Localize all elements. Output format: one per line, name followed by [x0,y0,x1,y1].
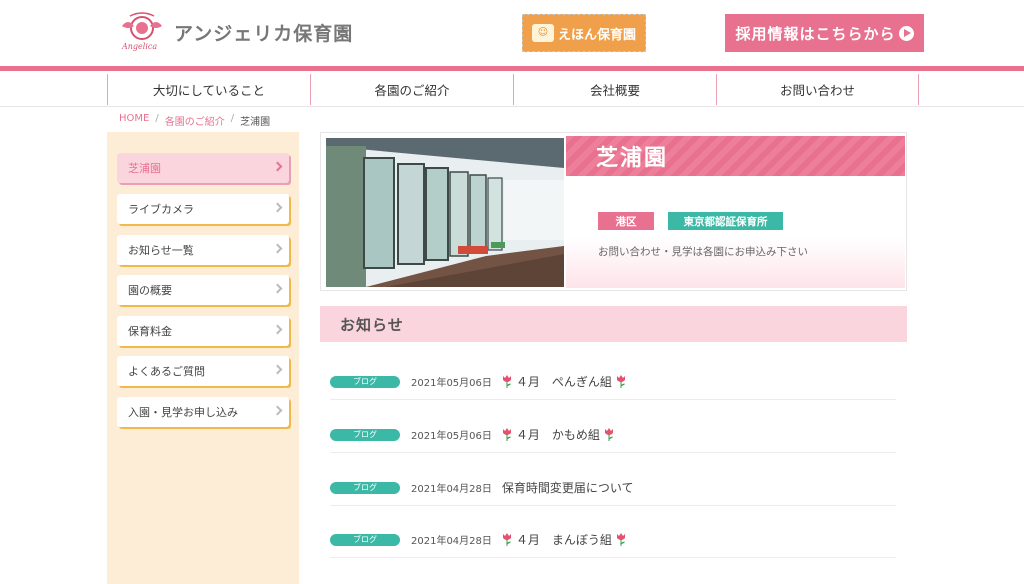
news-title[interactable]: ４月 まんぼう組 [502,531,626,548]
nav-item-values[interactable]: 大切にしていること [107,74,310,105]
sidebar-item-faq[interactable]: よくあるご質問 [117,356,289,386]
sidebar-item-overview[interactable]: 園の概要 [117,275,289,305]
sidebar-item-fees[interactable]: 保育料金 [117,316,289,346]
breadcrumb-separator: / [230,113,235,124]
ehon-label: えほん保育園 [557,27,636,43]
nav-item-contact[interactable]: お問い合わせ [716,74,919,105]
tulip-icon [502,428,511,441]
category-badge: ブログ [330,375,400,388]
recruit-label: 採用情報はこちらから [735,24,896,43]
news-date: 2021年05月06日 [411,378,492,389]
news-title[interactable]: ４月 ぺんぎん組 [502,373,626,390]
news-heading: お知らせ [320,306,907,342]
chevron-right-icon [272,161,283,172]
recruit-button[interactable]: 採用情報はこちらから [725,14,924,52]
category-badge: ブログ [330,481,400,494]
news-title[interactable]: 保育時間変更届について [502,479,634,496]
news-title-text: ４月 まんぼう組 [515,533,612,547]
sidebar-item-shibaura[interactable]: 芝浦園 [117,153,289,183]
news-item[interactable]: ブログ 2021年04月28日 ４月 まんぼう組 [330,522,896,558]
nursery-photo [326,138,564,287]
chevron-right-icon [272,324,283,335]
news-title[interactable]: ４月 かもめ組 [502,426,614,443]
sidebar-item-label: 芝浦園 [128,162,161,175]
sidebar-item-label: 保育料金 [128,325,172,338]
nav-item-company[interactable]: 会社概要 [513,74,716,105]
tulip-icon [604,428,613,441]
nav-item-nurseries[interactable]: 各園のご紹介 [310,74,513,105]
book-icon: ☺ [531,24,554,42]
chevron-right-icon [272,405,283,416]
inquiry-note: お問い合わせ・見学は各園にお申込み下さい [598,246,808,258]
news-title-text: ４月 ぺんぎん組 [515,375,612,389]
news-item[interactable]: ブログ 2021年05月06日 ４月 ぺんぎん組 [330,364,896,400]
chevron-right-icon [272,243,283,254]
news-date: 2021年04月28日 [411,536,492,547]
global-nav: 大切にしていること 各園のご紹介 会社概要 お問い合わせ [0,71,1024,107]
sidebar-item-live-camera[interactable]: ライブカメラ [117,194,289,224]
news-date: 2021年05月06日 [411,431,492,442]
chevron-right-icon [272,202,283,213]
news-date: 2021年04月28日 [411,484,492,495]
news-item[interactable]: ブログ 2021年05月06日 ４月 かもめ組 [330,417,896,453]
breadcrumb-parent[interactable]: 各園のご紹介 [165,113,225,128]
sidebar-item-label: 入園・見学お申し込み [128,406,238,419]
sidebar-item-apply[interactable]: 入園・見学お申し込み [117,397,289,427]
tulip-icon [616,533,625,546]
nursery-title: 芝浦園 [566,136,905,176]
sidebar-item-label: ライブカメラ [128,203,194,216]
sidebar-item-news-list[interactable]: お知らせ一覧 [117,235,289,265]
breadcrumb-current: 芝浦園 [240,117,271,128]
sidebar: 芝浦園 ライブカメラ お知らせ一覧 園の概要 保育料金 よくあるご質問 入園・見… [107,132,299,584]
certification-tag: 東京都認証保育所 [668,212,783,230]
tulip-icon [502,375,511,388]
nursery-hero-card: 芝浦園 港区 東京都認証保育所 お問い合わせ・見学は各園にお申込み下さい [320,132,907,291]
nursery-info: 港区 東京都認証保育所 お問い合わせ・見学は各園にお申込み下さい [566,176,905,288]
ehon-banner-link[interactable]: ☺ えほん保育園 [522,14,646,52]
chevron-right-icon [272,283,283,294]
area-tag: 港区 [598,212,654,230]
sidebar-item-label: 園の概要 [128,284,172,297]
sidebar-item-label: お知らせ一覧 [128,244,194,257]
news-title-text: ４月 かもめ組 [515,428,600,442]
tulip-icon [616,375,625,388]
category-badge: ブログ [330,533,400,546]
category-badge: ブログ [330,428,400,441]
chevron-right-icon [272,364,283,375]
logo-script: Angelica [122,42,158,51]
breadcrumb-separator: / [155,113,159,124]
play-arrow-icon [898,25,914,41]
breadcrumb: HOME / 各園のご紹介 / 芝浦園 [119,113,270,128]
logo-text: アンジェリカ保育園 [174,22,354,45]
breadcrumb-home[interactable]: HOME [119,113,149,128]
site-header: アンジェリカ保育園 Angelica ☺ えほん保育園 採用情報はこちらから [0,0,1024,66]
sidebar-item-label: よくあるご質問 [128,365,205,378]
tulip-icon [502,533,511,546]
news-title-text: 保育時間変更届について [501,481,634,495]
news-item[interactable]: ブログ 2021年04月28日 保育時間変更届について [330,470,896,506]
